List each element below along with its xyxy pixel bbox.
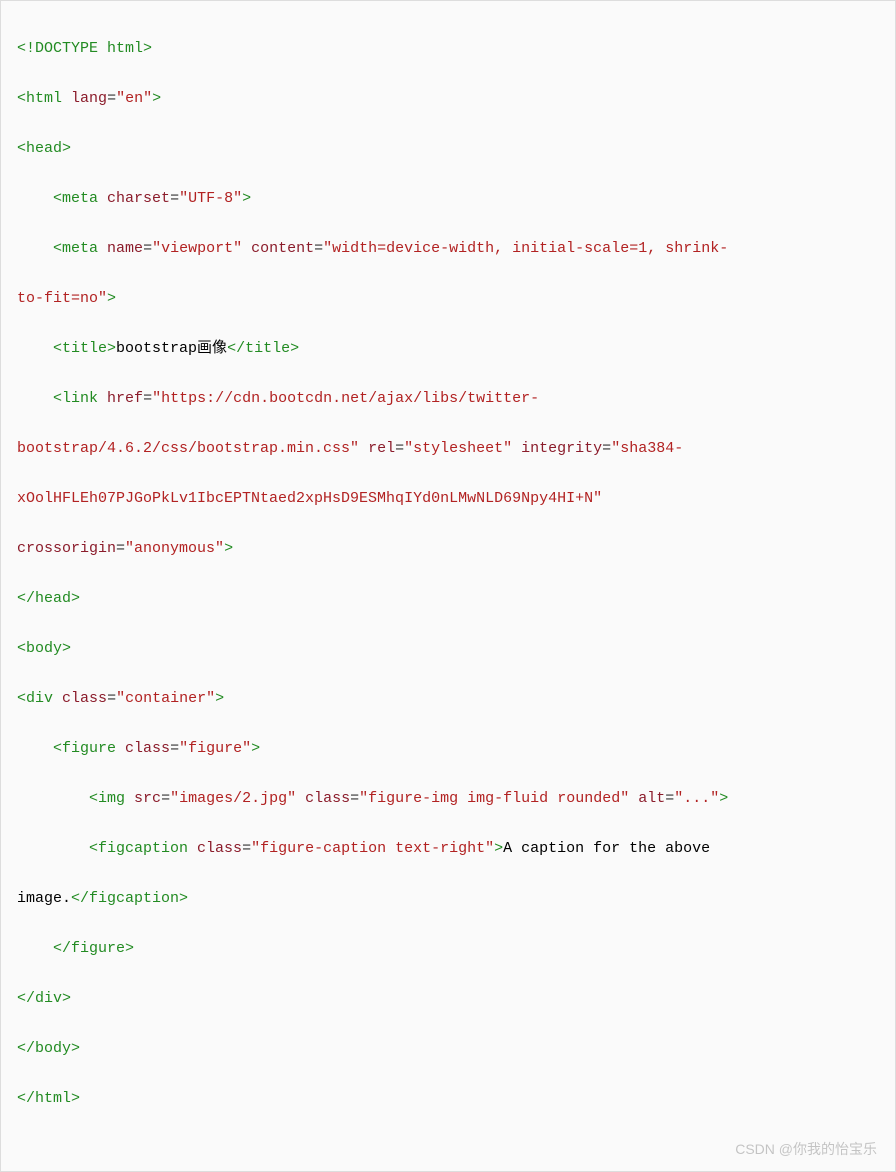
code-line: <title>bootstrap画像</title> — [17, 336, 879, 361]
code-line: </head> — [17, 586, 879, 611]
code-line: <link href="https://cdn.bootcdn.net/ajax… — [17, 386, 879, 411]
code-line: </html> — [17, 1086, 879, 1111]
code-line: <html lang="en"> — [17, 86, 879, 111]
code-line: image.</figcaption> — [17, 886, 879, 911]
code-line: <!DOCTYPE html> — [17, 36, 879, 61]
code-line: xOolHFLEh07PJGoPkLv1IbcEPTNtaed2xpHsD9ES… — [17, 486, 879, 511]
code-line: bootstrap/4.6.2/css/bootstrap.min.css" r… — [17, 436, 879, 461]
code-line: crossorigin="anonymous"> — [17, 536, 879, 561]
code-line: <head> — [17, 136, 879, 161]
doctype: <!DOCTYPE html> — [17, 40, 152, 57]
code-line: to-fit=no"> — [17, 286, 879, 311]
code-line: <meta charset="UTF-8"> — [17, 186, 879, 211]
code-line: </figure> — [17, 936, 879, 961]
code-block: <!DOCTYPE html> <html lang="en"> <head> … — [0, 0, 896, 1172]
code-line: <body> — [17, 636, 879, 661]
code-line: </div> — [17, 986, 879, 1011]
code-line: <img src="images/2.jpg" class="figure-im… — [17, 786, 879, 811]
code-line: </body> — [17, 1036, 879, 1061]
code-line: <figure class="figure"> — [17, 736, 879, 761]
code-line: <meta name="viewport" content="width=dev… — [17, 236, 879, 261]
code-line: <div class="container"> — [17, 686, 879, 711]
watermark: CSDN @你我的怡宝乐 — [735, 1138, 877, 1161]
code-line: <figcaption class="figure-caption text-r… — [17, 836, 879, 861]
